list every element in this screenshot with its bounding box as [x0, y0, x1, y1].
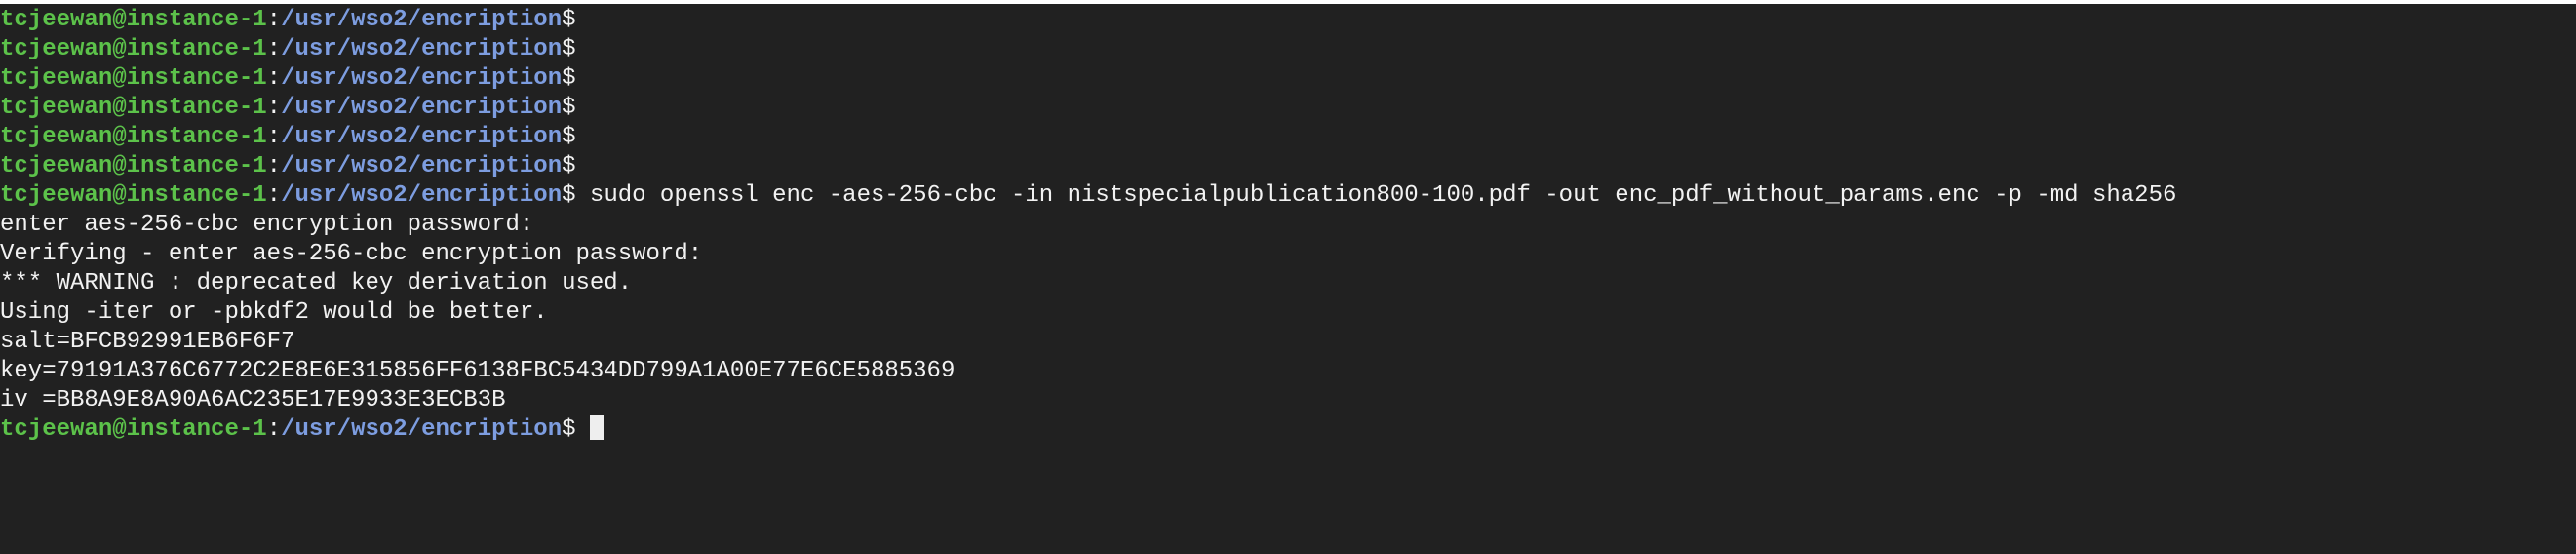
prompt-input-space: [576, 416, 590, 443]
prompt-user-host: tcjeewan@instance-1: [0, 153, 267, 179]
output-line: Using -iter or -pbkdf2 would be better.: [0, 299, 548, 326]
prompt-path: /usr/wso2/encription: [281, 7, 563, 33]
terminal-output: tcjeewan@instance-1:/usr/wso2/encription…: [0, 6, 2176, 445]
prompt-symbol: $: [562, 36, 576, 62]
prompt-symbol: $: [562, 7, 576, 33]
terminal-window[interactable]: tcjeewan@instance-1:/usr/wso2/encription…: [0, 4, 2576, 554]
prompt-line: tcjeewan@instance-1:/usr/wso2/encription…: [0, 123, 2176, 152]
output-line: Verifying - enter aes-256-cbc encryption…: [0, 241, 703, 267]
output-line: *** WARNING : deprecated key derivation …: [0, 270, 633, 297]
prompt-user-host: tcjeewan@instance-1: [0, 36, 267, 62]
prompt-path: /usr/wso2/encription: [281, 95, 563, 121]
key-line: key=79191A376C6772C2E8E6E315856FF6138FBC…: [0, 358, 956, 384]
salt-line: salt=BFCB92991EB6F6F7: [0, 329, 295, 355]
prompt-line: tcjeewan@instance-1:/usr/wso2/encription…: [0, 64, 2176, 94]
prompt-symbol: $: [562, 65, 576, 92]
prompt-symbol: $: [562, 124, 576, 150]
prompt-separator: :: [266, 65, 282, 92]
output-line: enter aes-256-cbc encryption password:: [0, 212, 534, 238]
prompt-path: /usr/wso2/encription: [281, 182, 563, 209]
prompt-separator: :: [266, 7, 282, 33]
prompt-symbol: $: [562, 182, 576, 209]
prompt-separator: :: [266, 182, 282, 209]
prompt-user-host: tcjeewan@instance-1: [0, 65, 267, 92]
prompt-separator: :: [266, 153, 282, 179]
prompt-line: tcjeewan@instance-1:/usr/wso2/encription…: [0, 152, 2176, 181]
prompt-separator: :: [266, 124, 282, 150]
prompt-separator: :: [266, 36, 282, 62]
command-line: tcjeewan@instance-1:/usr/wso2/encription…: [0, 181, 2176, 211]
prompt-user-host: tcjeewan@instance-1: [0, 416, 267, 443]
prompt-user-host: tcjeewan@instance-1: [0, 182, 267, 209]
prompt-user-host: tcjeewan@instance-1: [0, 124, 267, 150]
prompt-separator: :: [266, 95, 282, 121]
iv-line: iv =BB8A9E8A90A6AC235E17E9933E3ECB3B: [0, 387, 506, 414]
active-prompt-line[interactable]: tcjeewan@instance-1:/usr/wso2/encription…: [0, 414, 2176, 445]
prompt-separator: :: [266, 416, 282, 443]
prompt-symbol: $: [562, 153, 576, 179]
openssl-command: sudo openssl enc -aes-256-cbc -in nistsp…: [575, 182, 2177, 209]
prompt-path: /usr/wso2/encription: [281, 416, 563, 443]
prompt-path: /usr/wso2/encription: [281, 153, 563, 179]
prompt-path: /usr/wso2/encription: [281, 36, 563, 62]
prompt-line: tcjeewan@instance-1:/usr/wso2/encription…: [0, 35, 2176, 64]
prompt-path: /usr/wso2/encription: [281, 65, 563, 92]
prompt-user-host: tcjeewan@instance-1: [0, 7, 267, 33]
prompt-symbol: $: [562, 416, 576, 443]
prompt-line: tcjeewan@instance-1:/usr/wso2/encription…: [0, 6, 2176, 35]
prompt-symbol: $: [562, 95, 576, 121]
prompt-user-host: tcjeewan@instance-1: [0, 95, 267, 121]
prompt-line: tcjeewan@instance-1:/usr/wso2/encription…: [0, 94, 2176, 123]
prompt-path: /usr/wso2/encription: [281, 124, 563, 150]
text-cursor[interactable]: [589, 414, 604, 440]
